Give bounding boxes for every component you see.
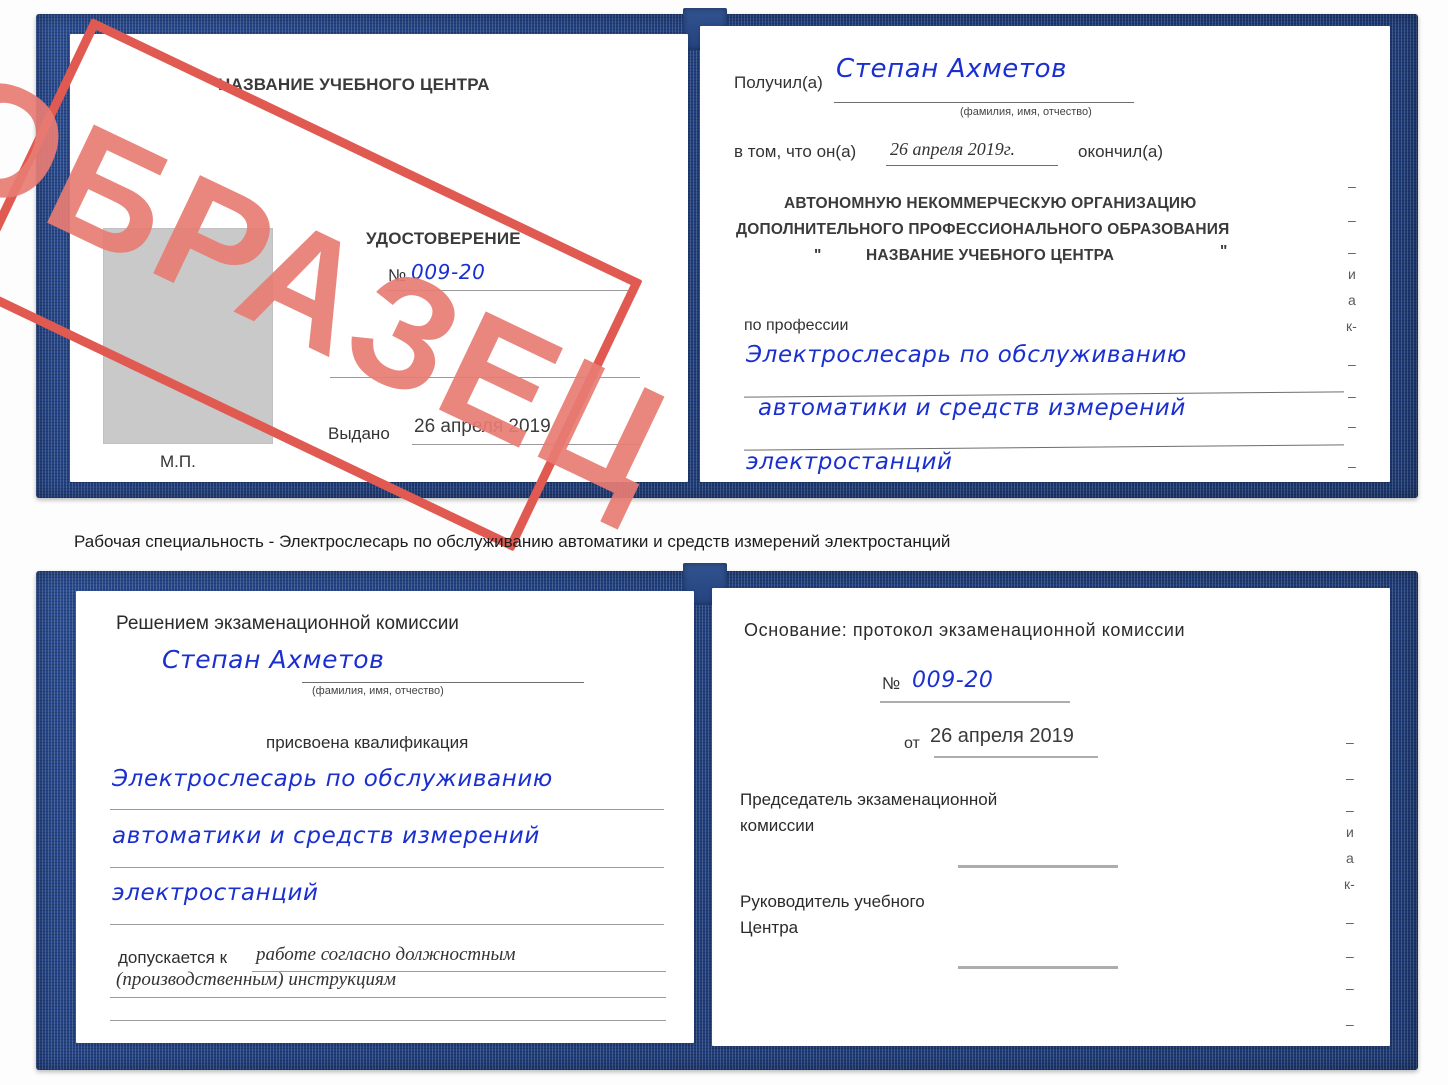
profession-line-1: Электрослесарь по обслуживанию — [746, 342, 1187, 368]
protocol-date-label: от — [904, 735, 920, 752]
qualification-rule-1 — [110, 809, 664, 810]
head-label-line-2: Центра — [740, 918, 799, 937]
allowed-label: допускается к — [118, 948, 228, 967]
image-caption: Рабочая специальность - Электрослесарь п… — [74, 532, 951, 551]
organization-line-1: АВТОНОМНУЮ НЕКОММЕРЧЕСКУЮ ОРГАНИЗАЦИЮ — [784, 195, 1197, 212]
recipient-name-rule — [302, 682, 584, 683]
issued-label: Выдано — [328, 424, 390, 443]
edge-fragment: – — [1348, 388, 1356, 404]
edge-fragment: – — [1348, 418, 1356, 434]
edge-fragment: а — [1348, 292, 1356, 308]
organization-quote-close: " — [1220, 243, 1228, 260]
issued-rule — [412, 444, 640, 445]
issued-date-value: 26 апреля 2019 — [414, 416, 551, 437]
profession-label: по профессии — [744, 317, 849, 334]
profession-line-2: автоматики и средств измерений — [758, 395, 1186, 421]
certificate-number-rule — [386, 290, 636, 291]
protocol-number-value: 009-20 — [912, 668, 994, 693]
edge-fragment: а — [1346, 850, 1354, 866]
edge-fragment: и — [1348, 266, 1356, 282]
chairman-signature-rule — [958, 865, 1118, 868]
protocol-number-label: № — [882, 674, 901, 693]
chairman-label-line-2: комиссии — [740, 816, 815, 835]
qualification-rule-3 — [110, 924, 664, 925]
finished-label: окончил(а) — [1078, 142, 1163, 161]
allowed-rule-2 — [110, 997, 666, 998]
photo-placeholder — [103, 228, 273, 444]
edge-fragment: – — [1346, 914, 1354, 930]
document-type-label: УДОСТОВЕРЕНИЕ — [366, 229, 521, 248]
edge-fragment: – — [1346, 948, 1354, 964]
in-that-label: в том, что он(а) — [734, 142, 857, 161]
protocol-date-rule — [934, 756, 1098, 758]
received-rule — [834, 102, 1134, 103]
edge-fragment: – — [1348, 178, 1356, 194]
edge-fragment: – — [1348, 212, 1356, 228]
qualification-line-2: автоматики и средств измерений — [112, 823, 540, 849]
organization-line-3: НАЗВАНИЕ УЧЕБНОГО ЦЕНТРА — [866, 247, 1115, 264]
completion-date-value: 26 апреля 2019г. — [890, 139, 1016, 159]
edge-fragment: к- — [1344, 876, 1355, 892]
certificate-number-value: 009-20 — [411, 260, 486, 284]
edge-fragment: – — [1348, 356, 1356, 372]
blank-rule-middle — [330, 377, 640, 378]
allowed-value-line-2: (производственным) инструкциям — [116, 969, 396, 990]
certificate-number-label: № — [388, 266, 407, 285]
allowed-rule-3 — [110, 1020, 666, 1021]
organization-quote-open: " — [814, 247, 822, 264]
allowed-value-line-1: работе согласно должностным — [256, 944, 516, 965]
seal-label: М.П. — [160, 452, 196, 471]
completion-date-rule — [886, 165, 1058, 166]
edge-fragment: – — [1346, 980, 1354, 996]
certificate-bottom-right-page: Основание: протокол экзаменационной коми… — [712, 588, 1390, 1046]
certificate-top-left-page: НАЗВАНИЕ УЧЕБНОГО ЦЕНТРА УДОСТОВЕРЕНИЕ №… — [70, 34, 688, 482]
edge-fragment: – — [1346, 770, 1354, 786]
protocol-number-rule — [880, 701, 1070, 703]
profession-line-3: электростанций — [746, 449, 953, 475]
edge-fragment: к- — [1346, 318, 1357, 334]
qualification-line-1: Электрослесарь по обслуживанию — [112, 766, 553, 792]
edge-fragment: – — [1348, 458, 1356, 474]
received-label: Получил(а) — [734, 73, 823, 92]
edge-fragment: – — [1348, 244, 1356, 260]
recipient-name-hint: (фамилия, имя, отчество) — [312, 685, 444, 697]
edge-fragment: – — [1346, 1016, 1354, 1032]
recipient-name-value: Степан Ахметов — [162, 645, 385, 674]
qualification-line-3: электростанций — [112, 880, 319, 906]
head-label-line-1: Руководитель учебного — [740, 892, 925, 911]
commission-decision-heading: Решением экзаменационной комиссии — [116, 613, 459, 634]
certificate-bottom-left-page: Решением экзаменационной комиссии Степан… — [76, 591, 694, 1043]
basis-label: Основание: протокол экзаменационной коми… — [744, 620, 1186, 640]
training-center-heading: НАЗВАНИЕ УЧЕБНОГО ЦЕНТРА — [218, 75, 490, 94]
edge-fragment: – — [1346, 802, 1354, 818]
chairman-label-line-1: Председатель экзаменационной — [740, 790, 998, 809]
received-name-value: Степан Ахметов — [836, 54, 1068, 84]
edge-fragment: и — [1346, 824, 1354, 840]
qualification-rule-2 — [110, 867, 664, 868]
protocol-date-value: 26 апреля 2019 — [930, 725, 1074, 747]
edge-fragment: – — [1346, 734, 1354, 750]
head-signature-rule — [958, 966, 1118, 969]
qualification-label: присвоена квалификация — [266, 733, 469, 752]
received-hint: (фамилия, имя, отчество) — [960, 106, 1092, 118]
screenshot-root: НАЗВАНИЕ УЧЕБНОГО ЦЕНТРА УДОСТОВЕРЕНИЕ №… — [0, 0, 1448, 1085]
certificate-top-right-page: Получил(а) Степан Ахметов (фамилия, имя,… — [700, 26, 1390, 482]
organization-line-2: ДОПОЛНИТЕЛЬНОГО ПРОФЕССИОНАЛЬНОГО ОБРАЗО… — [736, 221, 1230, 238]
